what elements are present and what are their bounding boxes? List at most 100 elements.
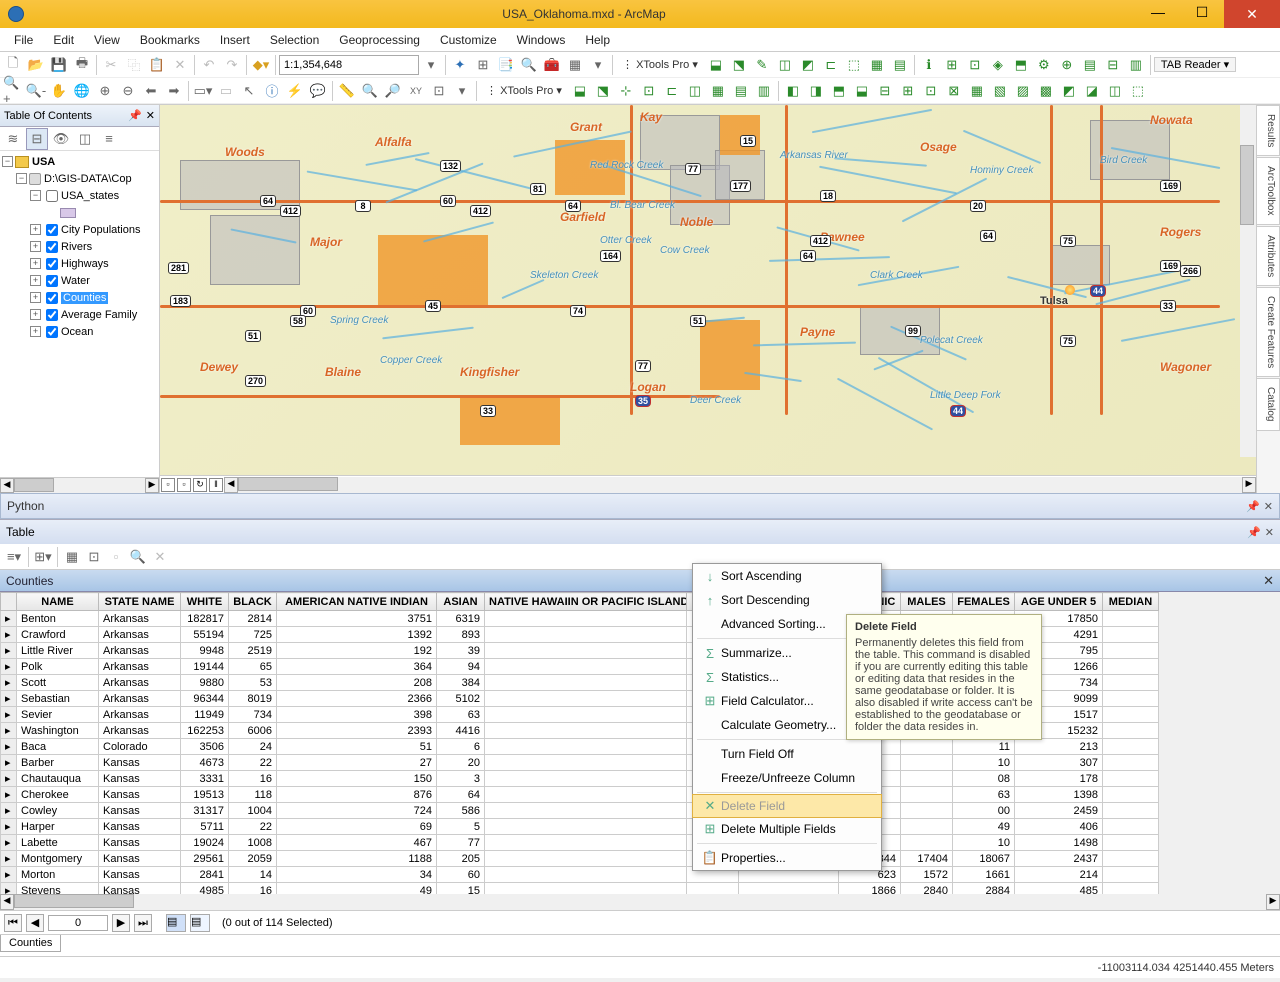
xt-icon[interactable]: ◫: [774, 54, 796, 76]
close-table-icon[interactable]: ✕: [1263, 573, 1274, 589]
col-females[interactable]: FEMALES: [953, 593, 1015, 611]
xt2-icon[interactable]: ◩: [1058, 80, 1080, 102]
col-median[interactable]: MEDIAN: [1103, 593, 1159, 611]
back-extent-icon[interactable]: ⬅: [140, 80, 162, 102]
select-by-attr-icon[interactable]: ▦: [62, 547, 82, 567]
layer-average-family[interactable]: +Average Family: [2, 306, 157, 323]
open-icon[interactable]: 📂: [25, 54, 47, 76]
next-record-button[interactable]: ▶: [112, 914, 130, 932]
xt-icon[interactable]: ⬚: [843, 54, 865, 76]
menu-edit[interactable]: Edit: [43, 30, 84, 50]
python-icon[interactable]: ▦: [564, 54, 586, 76]
table-row[interactable]: ▸CrawfordArkansas55194725139289339603057…: [1, 627, 1280, 643]
table-row[interactable]: ▸BarberKansas467322272010307: [1, 755, 1280, 771]
list-by-visibility-icon[interactable]: 👁: [50, 128, 72, 150]
full-extent-icon[interactable]: 🌐: [71, 80, 93, 102]
xt-icon[interactable]: ⊏: [820, 54, 842, 76]
identify-icon[interactable]: ⓘ: [261, 80, 283, 102]
toc-tree[interactable]: −USA −D:\GIS-DATA\Cop −USA_states +City …: [0, 151, 159, 477]
map-view[interactable]: WoodsAlfalfaGrantKayOsageNowataRogersMaj…: [160, 105, 1256, 493]
map-vscroll[interactable]: [1240, 105, 1256, 457]
table-row[interactable]: ▸CherokeeKansas1951311887664631398: [1, 787, 1280, 803]
xt2-icon[interactable]: ◧: [782, 80, 804, 102]
close-button[interactable]: ✕: [1224, 0, 1280, 28]
col-age-under-5[interactable]: AGE UNDER 5: [1015, 593, 1103, 611]
xt-icon[interactable]: ⬔: [728, 54, 750, 76]
layer-city-populations[interactable]: +City Populations: [2, 221, 157, 238]
ctx-freeze-unfreeze-column[interactable]: Freeze/Unfreeze Column: [693, 766, 881, 790]
xt2-icon[interactable]: ⊟: [874, 80, 896, 102]
menu-bookmarks[interactable]: Bookmarks: [130, 30, 210, 50]
xt2-icon[interactable]: ▤: [730, 80, 752, 102]
xt2-icon[interactable]: ⊞: [897, 80, 919, 102]
minimize-button[interactable]: —: [1136, 0, 1180, 24]
xt2-icon[interactable]: ⊡: [638, 80, 660, 102]
list-by-source-icon[interactable]: ⊟: [26, 128, 48, 150]
ctx-delete-multiple-fields[interactable]: ⊞Delete Multiple Fields: [693, 817, 881, 841]
xt-icon[interactable]: ⬓: [705, 54, 727, 76]
goto-xy-icon[interactable]: XY: [405, 80, 427, 102]
measure-icon[interactable]: 📏: [336, 80, 358, 102]
scale-input[interactable]: [279, 55, 419, 75]
catalog-icon[interactable]: 📑: [495, 54, 517, 76]
xt2-icon[interactable]: ⬔: [592, 80, 614, 102]
xt2-icon[interactable]: ◫: [684, 80, 706, 102]
close-panel-icon[interactable]: ✕: [1264, 500, 1273, 513]
pin-icon[interactable]: 📌: [1246, 500, 1260, 513]
first-record-button[interactable]: ⏮: [4, 914, 22, 932]
zoom-out-icon[interactable]: 🔍-: [25, 80, 47, 102]
col-asian[interactable]: ASIAN: [437, 593, 485, 611]
menu-file[interactable]: File: [4, 30, 43, 50]
tab-reader-dropdown[interactable]: TAB Reader ▾: [1154, 57, 1236, 72]
xt2-icon[interactable]: ▦: [707, 80, 729, 102]
add-data-icon[interactable]: ◆▾: [250, 54, 272, 76]
cut-icon[interactable]: ✂: [100, 54, 122, 76]
zoom-selected-icon[interactable]: 🔍: [128, 547, 148, 567]
xt-icon[interactable]: ℹ: [918, 54, 940, 76]
table-row[interactable]: ▸LabetteKansas19024100846777101498: [1, 835, 1280, 851]
editor-toolbar-icon[interactable]: ✦: [449, 54, 471, 76]
layer-rivers[interactable]: +Rivers: [2, 238, 157, 255]
menu-selection[interactable]: Selection: [260, 30, 329, 50]
xt-icon[interactable]: ⊡: [964, 54, 986, 76]
menu-geoprocessing[interactable]: Geoprocessing: [329, 30, 430, 50]
menu-customize[interactable]: Customize: [430, 30, 507, 50]
refresh-icon[interactable]: ↻: [193, 478, 207, 492]
table-row[interactable]: ▸MontgomeryKansas29561205911882051844174…: [1, 851, 1280, 867]
prev-record-button[interactable]: ◀: [26, 914, 44, 932]
xt2-icon[interactable]: ◫: [1104, 80, 1126, 102]
zoom-in-icon[interactable]: 🔍+: [2, 80, 24, 102]
side-tab-arctoolbox[interactable]: ArcToolbox: [1257, 157, 1280, 224]
table-row[interactable]: ▸HarperKansas57112269549406: [1, 819, 1280, 835]
layer-counties[interactable]: +Counties: [2, 289, 157, 306]
list-by-drawing-icon[interactable]: ≋: [2, 128, 24, 150]
switch-selection-icon[interactable]: ⊡: [84, 547, 104, 567]
xt2-icon[interactable]: ⬓: [569, 80, 591, 102]
pin-icon[interactable]: 📌: [1247, 526, 1261, 539]
xt2-icon[interactable]: ⬒: [828, 80, 850, 102]
fixed-zoom-out-icon[interactable]: ⊖: [117, 80, 139, 102]
xt2-icon[interactable]: ⊹: [615, 80, 637, 102]
pan-icon[interactable]: ✋: [48, 80, 70, 102]
side-tab-attributes[interactable]: Attributes: [1257, 226, 1280, 286]
table-row[interactable]: ▸CowleyKansas313171004724586002459: [1, 803, 1280, 819]
xt-icon[interactable]: ⚙: [1033, 54, 1055, 76]
table-row[interactable]: ▸BacaColorado35062451611213: [1, 739, 1280, 755]
pin-icon[interactable]: 📌: [128, 109, 142, 122]
ctx-sort-descending[interactable]: ↑Sort Descending: [693, 588, 881, 612]
xt2-icon[interactable]: ▩: [1035, 80, 1057, 102]
toolbar-icon[interactable]: ⊞: [472, 54, 494, 76]
side-tab-catalog[interactable]: Catalog: [1257, 378, 1280, 430]
table-row[interactable]: ▸SebastianArkansas9634480192366510211909…: [1, 691, 1280, 707]
pause-icon[interactable]: ‖: [209, 478, 223, 492]
col-state-name[interactable]: STATE NAME: [99, 593, 181, 611]
layer-water[interactable]: +Water: [2, 272, 157, 289]
clear-selection-icon[interactable]: ▭: [215, 80, 237, 102]
ctx-turn-field-off[interactable]: Turn Field Off: [693, 742, 881, 766]
xt2-icon[interactable]: ▦: [966, 80, 988, 102]
side-tab-results[interactable]: Results: [1257, 105, 1280, 156]
xt-icon[interactable]: ✎: [751, 54, 773, 76]
xt-icon[interactable]: ▤: [889, 54, 911, 76]
hyperlink-icon[interactable]: ⚡: [284, 80, 306, 102]
related-tables-icon[interactable]: ⊞▾: [33, 547, 53, 567]
